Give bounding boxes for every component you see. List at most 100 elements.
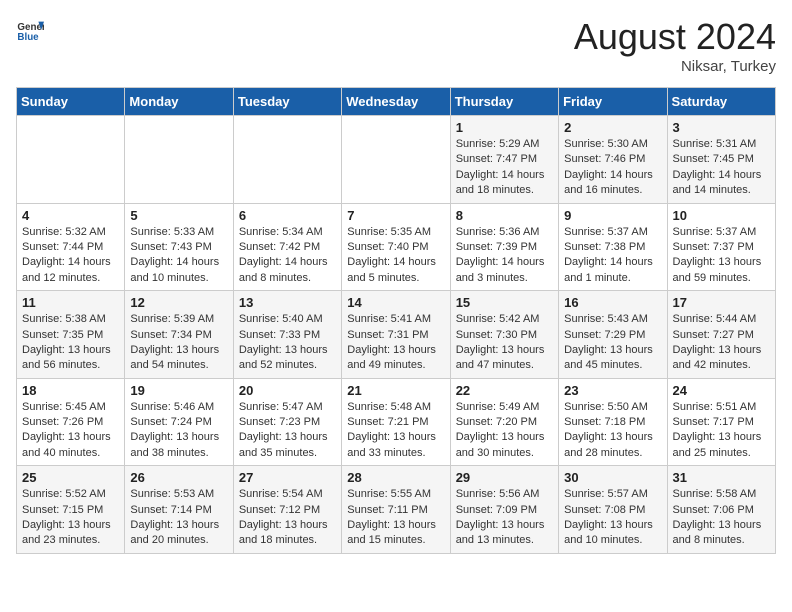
day-info: Sunrise: 5:48 AM Sunset: 7:21 PM Dayligh…	[347, 400, 444, 462]
calendar-cell: 26 Sunrise: 5:53 AM Sunset: 7:14 PM Dayli…	[125, 466, 233, 554]
day-number: 6	[239, 208, 336, 223]
calendar-cell: 4 Sunrise: 5:32 AM Sunset: 7:44 PM Daylig…	[17, 203, 125, 291]
day-number: 18	[22, 383, 119, 398]
calendar-cell: 17 Sunrise: 5:44 AM Sunset: 7:27 PM Dayli…	[667, 291, 775, 379]
day-number: 20	[239, 383, 336, 398]
calendar-cell	[17, 116, 125, 204]
calendar-cell: 1 Sunrise: 5:29 AM Sunset: 7:47 PM Daylig…	[450, 116, 558, 204]
day-info: Sunrise: 5:56 AM Sunset: 7:09 PM Dayligh…	[456, 487, 553, 549]
calendar-cell	[342, 116, 450, 204]
page-header: General Blue August 2024 Niksar, Turkey	[16, 16, 776, 75]
weekday-header-friday: Friday	[559, 88, 667, 116]
day-number: 14	[347, 295, 444, 310]
day-number: 13	[239, 295, 336, 310]
day-info: Sunrise: 5:47 AM Sunset: 7:23 PM Dayligh…	[239, 400, 336, 462]
calendar-cell: 31 Sunrise: 5:58 AM Sunset: 7:06 PM Dayli…	[667, 466, 775, 554]
calendar-cell: 6 Sunrise: 5:34 AM Sunset: 7:42 PM Daylig…	[233, 203, 341, 291]
day-info: Sunrise: 5:55 AM Sunset: 7:11 PM Dayligh…	[347, 487, 444, 549]
calendar-cell: 24 Sunrise: 5:51 AM Sunset: 7:17 PM Dayli…	[667, 378, 775, 466]
day-info: Sunrise: 5:58 AM Sunset: 7:06 PM Dayligh…	[673, 487, 770, 549]
logo-icon: General Blue	[16, 16, 44, 44]
day-number: 19	[130, 383, 227, 398]
calendar-cell: 20 Sunrise: 5:47 AM Sunset: 7:23 PM Dayli…	[233, 378, 341, 466]
calendar-table: SundayMondayTuesdayWednesdayThursdayFrid…	[16, 87, 776, 554]
calendar-cell: 8 Sunrise: 5:36 AM Sunset: 7:39 PM Daylig…	[450, 203, 558, 291]
day-number: 4	[22, 208, 119, 223]
title-block: August 2024 Niksar, Turkey	[574, 16, 776, 75]
calendar-cell: 5 Sunrise: 5:33 AM Sunset: 7:43 PM Daylig…	[125, 203, 233, 291]
calendar-cell: 18Sunrise: 5:45 AM Sunset: 7:26 PM Dayli…	[17, 378, 125, 466]
day-number: 8	[456, 208, 553, 223]
calendar-cell: 25 Sunrise: 5:52 AM Sunset: 7:15 PM Dayli…	[17, 466, 125, 554]
day-info: Sunrise: 5:32 AM Sunset: 7:44 PM Dayligh…	[22, 225, 119, 287]
weekday-header-sunday: Sunday	[17, 88, 125, 116]
day-info: Sunrise: 5:52 AM Sunset: 7:15 PM Dayligh…	[22, 487, 119, 549]
day-number: 16	[564, 295, 661, 310]
day-number: 11	[22, 295, 119, 310]
day-info: Sunrise: 5:51 AM Sunset: 7:17 PM Dayligh…	[673, 400, 770, 462]
day-number: 23	[564, 383, 661, 398]
day-number: 26	[130, 470, 227, 485]
day-number: 1	[456, 120, 553, 135]
calendar-cell: 3Sunrise: 5:31 AM Sunset: 7:45 PM Daylig…	[667, 116, 775, 204]
calendar-cell: 30 Sunrise: 5:57 AM Sunset: 7:08 PM Dayli…	[559, 466, 667, 554]
calendar-cell: 7Sunrise: 5:35 AM Sunset: 7:40 PM Daylig…	[342, 203, 450, 291]
day-number: 10	[673, 208, 770, 223]
day-number: 17	[673, 295, 770, 310]
day-info: Sunrise: 5:50 AM Sunset: 7:18 PM Dayligh…	[564, 400, 661, 462]
calendar-week-4: 18Sunrise: 5:45 AM Sunset: 7:26 PM Dayli…	[17, 378, 776, 466]
day-number: 21	[347, 383, 444, 398]
calendar-cell: 29Sunrise: 5:56 AM Sunset: 7:09 PM Dayli…	[450, 466, 558, 554]
weekday-header-row: SundayMondayTuesdayWednesdayThursdayFrid…	[17, 88, 776, 116]
day-info: Sunrise: 5:57 AM Sunset: 7:08 PM Dayligh…	[564, 487, 661, 549]
calendar-cell: 12Sunrise: 5:39 AM Sunset: 7:34 PM Dayli…	[125, 291, 233, 379]
day-number: 22	[456, 383, 553, 398]
day-info: Sunrise: 5:38 AM Sunset: 7:35 PM Dayligh…	[22, 312, 119, 374]
calendar-cell: 11 Sunrise: 5:38 AM Sunset: 7:35 PM Dayli…	[17, 291, 125, 379]
day-number: 2	[564, 120, 661, 135]
day-info: Sunrise: 5:36 AM Sunset: 7:39 PM Dayligh…	[456, 225, 553, 287]
calendar-cell	[125, 116, 233, 204]
calendar-cell: 21 Sunrise: 5:48 AM Sunset: 7:21 PM Dayli…	[342, 378, 450, 466]
weekday-header-saturday: Saturday	[667, 88, 775, 116]
day-info: Sunrise: 5:37 AM Sunset: 7:37 PM Dayligh…	[673, 225, 770, 287]
day-info: Sunrise: 5:31 AM Sunset: 7:45 PM Dayligh…	[673, 137, 770, 199]
month-year: August 2024	[574, 16, 776, 58]
calendar-week-1: 1 Sunrise: 5:29 AM Sunset: 7:47 PM Daylig…	[17, 116, 776, 204]
day-info: Sunrise: 5:43 AM Sunset: 7:29 PM Dayligh…	[564, 312, 661, 374]
day-info: Sunrise: 5:49 AM Sunset: 7:20 PM Dayligh…	[456, 400, 553, 462]
day-info: Sunrise: 5:46 AM Sunset: 7:24 PM Dayligh…	[130, 400, 227, 462]
calendar-cell: 13 Sunrise: 5:40 AM Sunset: 7:33 PM Dayli…	[233, 291, 341, 379]
weekday-header-thursday: Thursday	[450, 88, 558, 116]
day-info: Sunrise: 5:54 AM Sunset: 7:12 PM Dayligh…	[239, 487, 336, 549]
day-info: Sunrise: 5:34 AM Sunset: 7:42 PM Dayligh…	[239, 225, 336, 287]
day-number: 25	[22, 470, 119, 485]
day-number: 5	[130, 208, 227, 223]
day-info: Sunrise: 5:33 AM Sunset: 7:43 PM Dayligh…	[130, 225, 227, 287]
day-info: Sunrise: 5:37 AM Sunset: 7:38 PM Dayligh…	[564, 225, 661, 287]
calendar-week-5: 25 Sunrise: 5:52 AM Sunset: 7:15 PM Dayli…	[17, 466, 776, 554]
day-info: Sunrise: 5:40 AM Sunset: 7:33 PM Dayligh…	[239, 312, 336, 374]
day-info: Sunrise: 5:29 AM Sunset: 7:47 PM Dayligh…	[456, 137, 553, 199]
weekday-header-monday: Monday	[125, 88, 233, 116]
calendar-week-2: 4 Sunrise: 5:32 AM Sunset: 7:44 PM Daylig…	[17, 203, 776, 291]
calendar-cell: 15Sunrise: 5:42 AM Sunset: 7:30 PM Dayli…	[450, 291, 558, 379]
day-info: Sunrise: 5:35 AM Sunset: 7:40 PM Dayligh…	[347, 225, 444, 287]
day-number: 15	[456, 295, 553, 310]
calendar-cell: 27Sunrise: 5:54 AM Sunset: 7:12 PM Dayli…	[233, 466, 341, 554]
calendar-cell: 16 Sunrise: 5:43 AM Sunset: 7:29 PM Dayli…	[559, 291, 667, 379]
calendar-week-3: 11 Sunrise: 5:38 AM Sunset: 7:35 PM Dayli…	[17, 291, 776, 379]
calendar-cell: 14 Sunrise: 5:41 AM Sunset: 7:31 PM Dayli…	[342, 291, 450, 379]
day-info: Sunrise: 5:39 AM Sunset: 7:34 PM Dayligh…	[130, 312, 227, 374]
weekday-header-tuesday: Tuesday	[233, 88, 341, 116]
svg-text:Blue: Blue	[17, 32, 39, 43]
calendar-cell: 22 Sunrise: 5:49 AM Sunset: 7:20 PM Dayli…	[450, 378, 558, 466]
day-number: 30	[564, 470, 661, 485]
day-info: Sunrise: 5:44 AM Sunset: 7:27 PM Dayligh…	[673, 312, 770, 374]
day-info: Sunrise: 5:41 AM Sunset: 7:31 PM Dayligh…	[347, 312, 444, 374]
day-number: 31	[673, 470, 770, 485]
day-info: Sunrise: 5:53 AM Sunset: 7:14 PM Dayligh…	[130, 487, 227, 549]
calendar-cell	[233, 116, 341, 204]
day-number: 24	[673, 383, 770, 398]
calendar-cell: 9Sunrise: 5:37 AM Sunset: 7:38 PM Daylig…	[559, 203, 667, 291]
